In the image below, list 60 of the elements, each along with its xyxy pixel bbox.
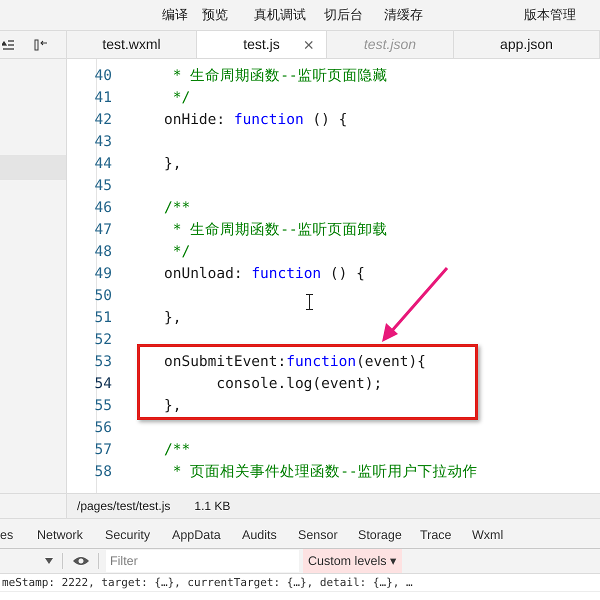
code-line: * 生命周期函数--监听页面卸载 <box>172 221 388 240</box>
toolbar-button[interactable]: 真机调试 <box>254 6 306 24</box>
outline-icon[interactable] <box>2 40 14 50</box>
toolbar-button[interactable]: 版本管理 <box>524 6 576 24</box>
line-number: 45 <box>94 177 112 196</box>
devtools-tab[interactable]: Wxml <box>472 526 504 545</box>
line-number: 54 <box>94 375 112 394</box>
devtools-tab[interactable]: Sensor <box>298 526 338 545</box>
devtools-tab[interactable]: Security <box>105 526 150 545</box>
console-output: meStamp: 2222, target: {…}, currentTarget: {…}, detail: {…}, … <box>2 575 413 591</box>
line-number: 40 <box>94 67 112 86</box>
devtools-tab[interactable]: Network <box>37 526 83 545</box>
line-number: 47 <box>94 221 112 240</box>
line-number: 53 <box>94 353 112 372</box>
code-line: }, <box>164 397 182 416</box>
code-line: * 页面相关事件处理函数--监听用户下拉动作 <box>172 463 478 482</box>
log-levels-dropdown[interactable]: Custom levels ▾ <box>303 549 402 573</box>
line-number: 51 <box>94 309 112 328</box>
eye-icon[interactable] <box>73 556 89 566</box>
line-number: 55 <box>94 397 112 416</box>
dropdown-caret-icon[interactable] <box>45 558 53 564</box>
file-size: 1.1 KB <box>194 498 230 515</box>
line-number: 44 <box>94 155 112 174</box>
code-line: onHide: function () { <box>164 111 348 130</box>
line-number: 48 <box>94 243 112 262</box>
toolbar-button[interactable]: 清缓存 <box>384 6 423 24</box>
line-number: 46 <box>94 199 112 218</box>
line-number: 52 <box>94 331 112 350</box>
toolbar-button[interactable]: 切后台 <box>324 6 363 24</box>
line-number: 58 <box>94 463 112 482</box>
file-path: /pages/test/test.js <box>77 498 170 515</box>
toolbar-button[interactable]: 编译 <box>162 6 188 24</box>
devtools-tab[interactable]: AppData <box>172 526 221 545</box>
code-line: */ <box>172 243 190 262</box>
line-number: 43 <box>94 133 112 152</box>
code-line: onUnload: function () { <box>164 265 365 284</box>
code-line: console.log(event); <box>215 375 382 394</box>
line-number: 42 <box>94 111 112 130</box>
devtools-tab[interactable]: Audits <box>242 526 277 545</box>
code-line: onSubmitEvent:function(event){ <box>164 353 426 372</box>
line-number: 49 <box>94 265 112 284</box>
line-number: 57 <box>94 441 112 460</box>
devtools-tab[interactable]: es <box>0 526 14 545</box>
toolbar-button[interactable]: 预览 <box>202 6 228 24</box>
devtools-tab[interactable]: Storage <box>358 526 402 545</box>
editor-tab[interactable]: test.js × <box>197 31 327 58</box>
close-icon[interactable]: × <box>303 36 314 54</box>
code-line: * 生命周期函数--监听页面隐藏 <box>172 67 388 86</box>
filter-field[interactable]: Filter <box>106 550 299 572</box>
devtools-tab[interactable]: Trace <box>420 526 452 545</box>
code-line: /** <box>164 441 190 460</box>
line-number: 50 <box>94 287 112 306</box>
text-cursor-icon <box>306 294 313 310</box>
line-number: 56 <box>94 419 112 438</box>
code-line: /** <box>164 199 190 218</box>
line-number: 41 <box>94 89 112 108</box>
code-line: */ <box>172 89 190 108</box>
collapse-panel-icon[interactable] <box>34 38 48 50</box>
code-line: }, <box>164 309 182 328</box>
code-line: }, <box>164 155 182 174</box>
